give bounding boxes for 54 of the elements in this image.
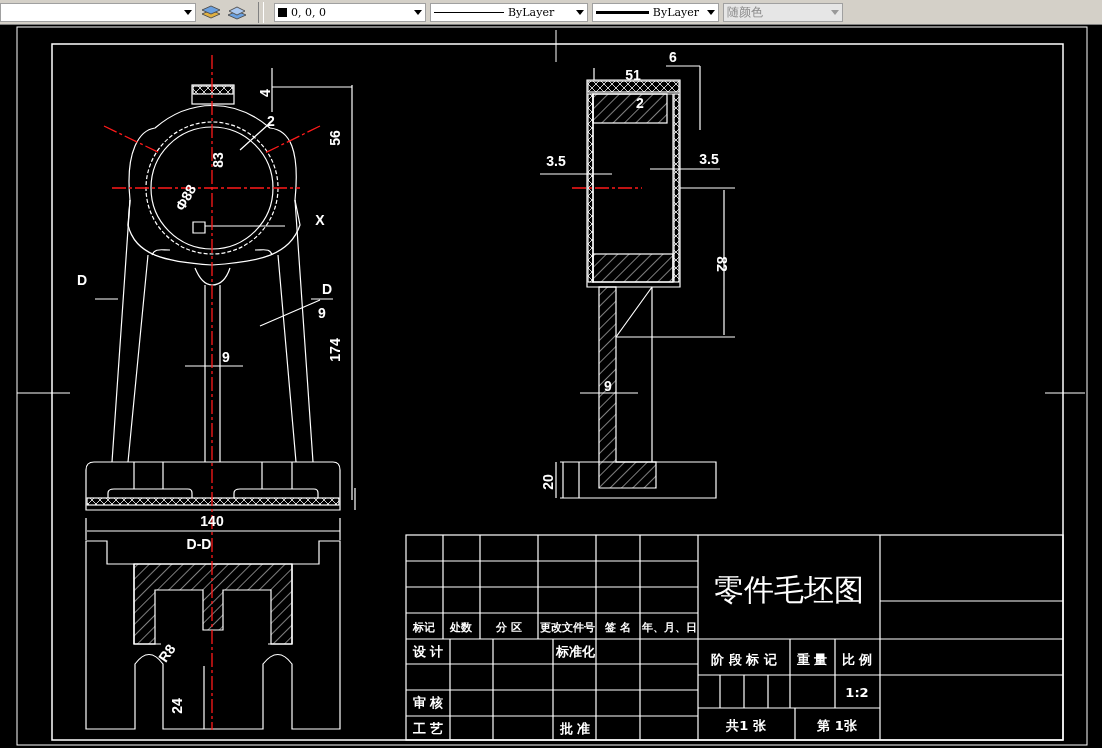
color-dropdown[interactable]: 0, 0, 0	[274, 2, 426, 22]
title-block-label: 设 计	[412, 644, 444, 659]
linetype-value: ByLayer	[508, 5, 555, 19]
dimension-text: 6	[669, 49, 677, 65]
title-block-label: 更改文件号	[539, 621, 595, 633]
title-block-label: 年、月、日	[641, 621, 697, 633]
sheet-number: 第 1张	[817, 718, 857, 733]
dimension-text: R8	[155, 641, 179, 666]
color-value: 0, 0, 0	[291, 5, 326, 19]
caret-icon	[707, 9, 715, 15]
title-block-label: 工 艺	[412, 721, 444, 736]
title-block-label: 处数	[450, 621, 472, 633]
layer-dropdown[interactable]	[0, 2, 196, 22]
plot-style-value: 随颜色	[727, 3, 763, 21]
title-block-label: 审 核	[412, 695, 444, 710]
title-block-label: 标记	[413, 621, 435, 633]
dimension-text: 2	[636, 95, 644, 111]
dimension-text: 24	[169, 698, 185, 714]
drawing-title: 零件毛坯图	[714, 572, 864, 607]
dimension-text: 9	[222, 349, 230, 365]
dimension-text: 56	[327, 130, 343, 146]
title-block-label: 阶 段 标 记	[711, 652, 777, 667]
line-sample-icon	[434, 11, 504, 13]
lineweight-dropdown[interactable]: ByLayer	[592, 2, 719, 22]
title-block-label: 标准化	[555, 644, 595, 659]
dimension-text: 20	[540, 474, 556, 490]
title-block-label: 批 准	[559, 721, 591, 736]
line-sample-icon	[596, 10, 649, 14]
dimension-text: X	[315, 212, 325, 228]
lineweight-value: ByLayer	[652, 5, 699, 19]
scale-value: 1:2	[845, 685, 869, 700]
dimension-text: 3.5	[546, 153, 566, 169]
caret-icon	[576, 9, 584, 15]
title-block-label: 比 例	[841, 652, 873, 667]
dimension-text: D	[321, 281, 333, 297]
title-block-label: 重 量	[796, 652, 828, 667]
sheet-total: 共1 张	[726, 718, 766, 733]
color-swatch-icon	[278, 7, 287, 17]
dimension-text: 51	[625, 67, 641, 83]
dimension-text: 9	[318, 305, 326, 321]
title-block-label: 签 名	[605, 621, 631, 633]
dimension-text: 3.5	[699, 151, 719, 167]
title-block-label: 分 区	[496, 621, 522, 633]
dimension-text: 4	[257, 89, 273, 97]
linetype-dropdown[interactable]: ByLayer	[430, 2, 588, 22]
caret-icon	[831, 9, 839, 15]
dimension-text: 9	[604, 378, 612, 394]
dimension-text: D	[76, 272, 88, 288]
dimension-text: 83	[210, 152, 226, 168]
caret-icon	[184, 9, 192, 15]
dimension-text: 82	[714, 256, 730, 272]
dimension-text: D-D	[186, 536, 212, 552]
caret-icon	[414, 9, 422, 15]
dimension-text: 174	[327, 338, 343, 362]
